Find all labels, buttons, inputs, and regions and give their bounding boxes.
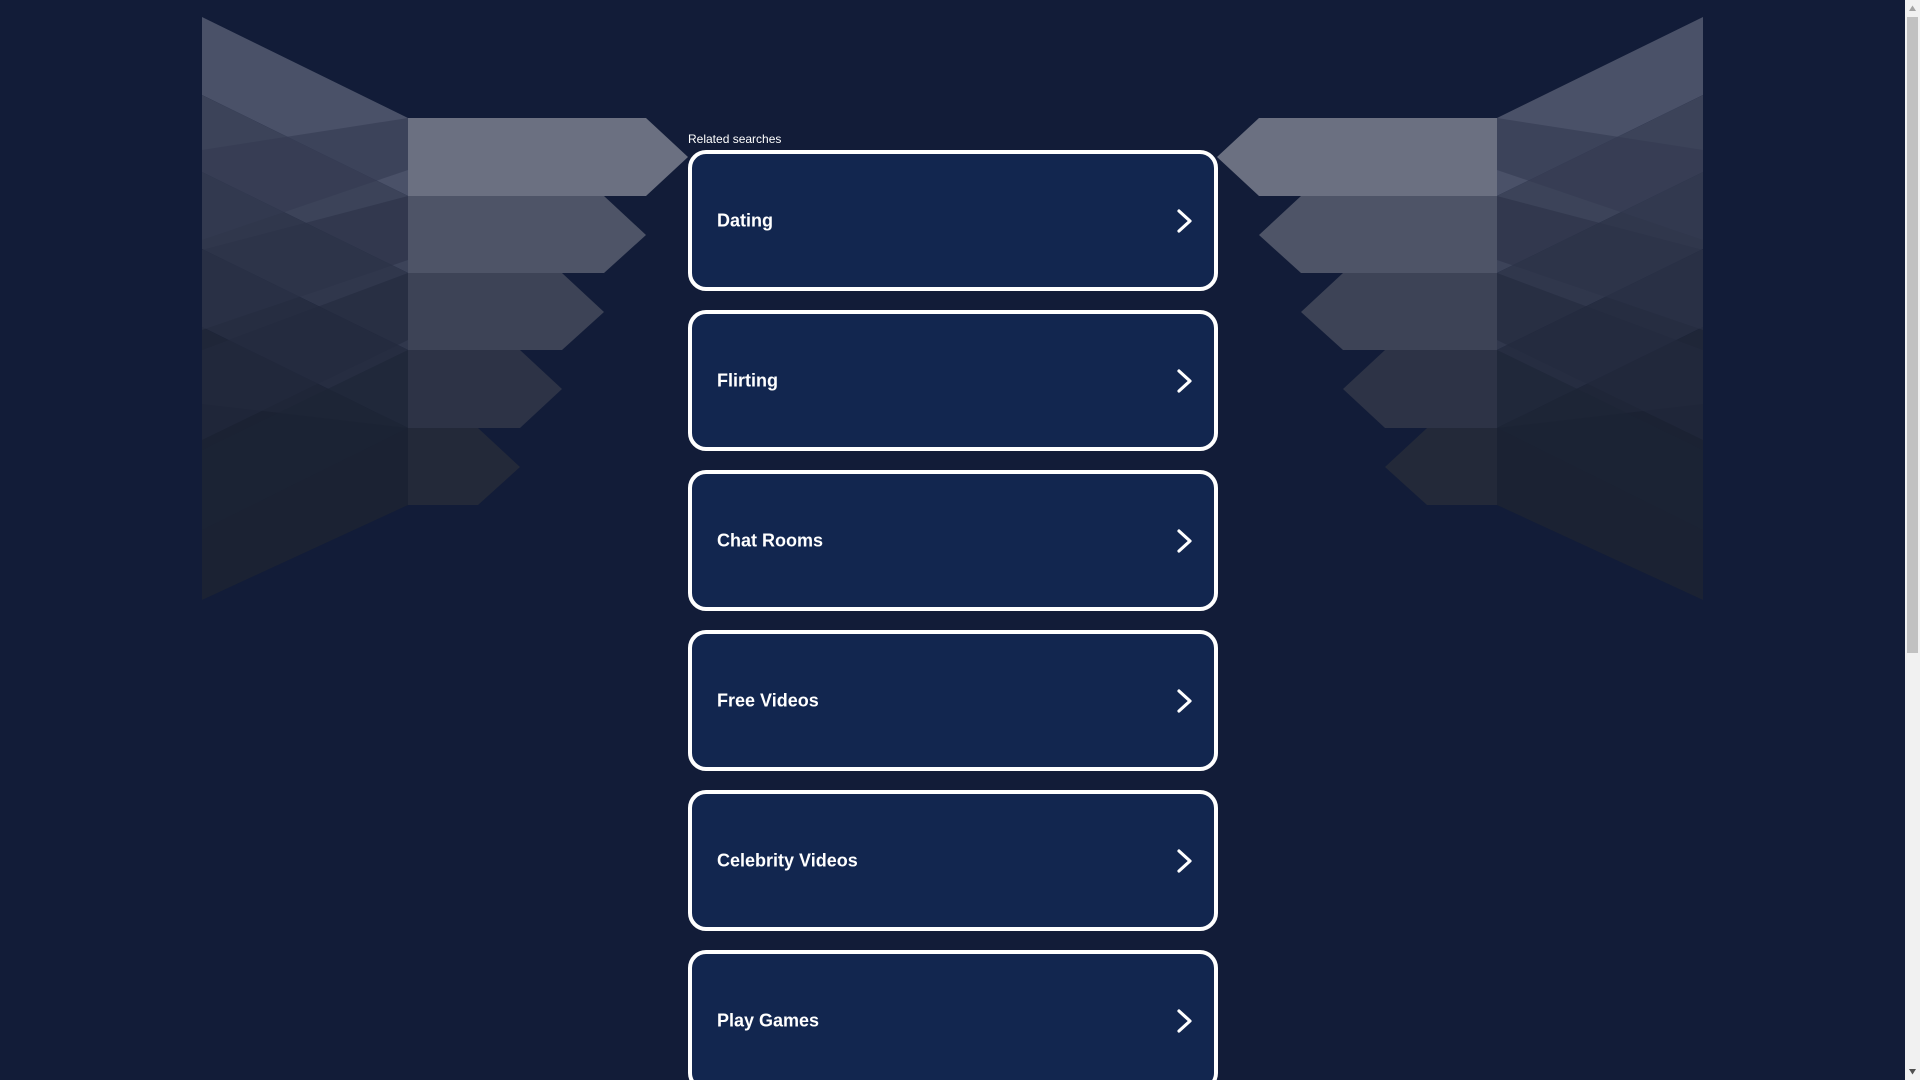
- page: Related searches Dating Flirting Chat Ro…: [0, 0, 1905, 1080]
- chevron-right-icon: [1177, 368, 1192, 393]
- result-link-dating[interactable]: Dating: [688, 150, 1218, 291]
- result-label: Flirting: [717, 370, 778, 390]
- result-link-play-games[interactable]: Play Games: [688, 950, 1218, 1080]
- related-searches-list: Dating Flirting Chat Rooms Free Videos C…: [688, 150, 1218, 1080]
- result-label: Free Videos: [717, 690, 819, 710]
- result-label: Dating: [717, 210, 773, 230]
- result-link-flirting[interactable]: Flirting: [688, 310, 1218, 451]
- scrollbar-thumb[interactable]: [1907, 17, 1918, 653]
- related-searches-heading: Related searches: [688, 132, 782, 146]
- chevron-right-icon: [1177, 208, 1192, 233]
- result-label: Chat Rooms: [717, 530, 824, 550]
- chevron-right-icon: [1177, 1008, 1192, 1033]
- chevron-right-icon: [1177, 848, 1192, 873]
- result-label: Play Games: [717, 1010, 820, 1030]
- result-link-chat-rooms[interactable]: Chat Rooms: [688, 470, 1218, 611]
- chevron-right-icon: [1177, 528, 1192, 553]
- result-link-free-videos[interactable]: Free Videos: [688, 630, 1218, 771]
- scroll-up-arrow-icon[interactable]: [1908, 4, 1917, 13]
- vertical-scrollbar[interactable]: [1905, 0, 1920, 1080]
- scroll-down-arrow-icon[interactable]: [1908, 1067, 1917, 1076]
- result-label: Celebrity Videos: [717, 850, 858, 870]
- result-link-celebrity-videos[interactable]: Celebrity Videos: [688, 790, 1218, 931]
- chevron-right-icon: [1177, 688, 1192, 713]
